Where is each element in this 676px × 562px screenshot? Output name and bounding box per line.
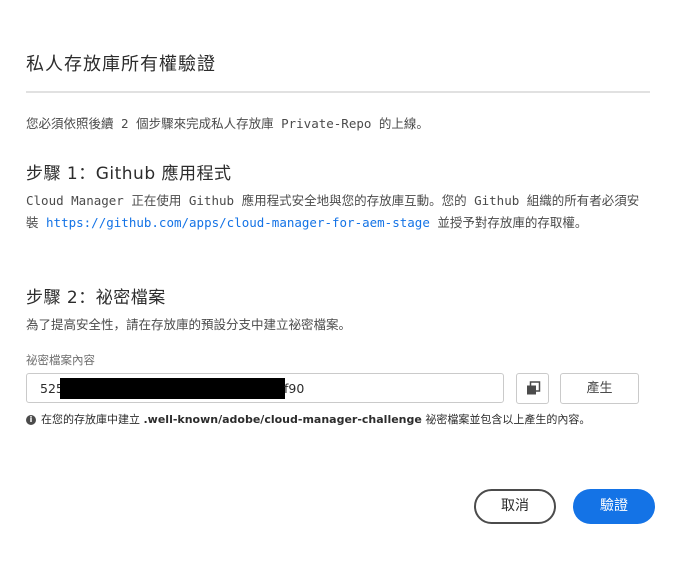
copy-button[interactable] (516, 373, 549, 404)
intro-text: 您必須依照後續 2 個步驟來完成私人存放庫 Private-Repo 的上線。 (26, 116, 429, 131)
title-divider (26, 91, 650, 93)
generate-button[interactable]: 產生 (560, 373, 639, 404)
step1-heading: 步驟 1：Github 應用程式 (26, 164, 232, 184)
secret-content-field[interactable]: 525 f90 (26, 373, 504, 403)
step2-description: 為了提高安全性，請在存放庫的預設分支中建立祕密檔案。 (26, 317, 352, 332)
cancel-button[interactable]: 取消 (474, 489, 556, 524)
secret-file-note: i 在您的存放庫中建立 .well-known/adobe/cloud-manag… (26, 411, 590, 427)
repo-ownership-dialog: 私人存放庫所有權驗證 您必須依照後續 2 個步驟來完成私人存放庫 Private… (0, 0, 676, 562)
step2-heading: 步驟 2：祕密檔案 (26, 288, 166, 308)
step1-description: Cloud Manager 正在使用 Github 應用程式安全地與您的存放庫互… (26, 190, 646, 234)
note-file-path: .well-known/adobe/cloud-manager-challeng… (143, 413, 422, 426)
github-app-link[interactable]: https://github.com/apps/cloud-manager-fo… (46, 215, 430, 230)
step1-text-after: 並授予對存放庫的存取權。 (429, 215, 588, 230)
redacted-secret (60, 378, 285, 399)
note-text-before: 在您的存放庫中建立 (41, 413, 144, 426)
info-icon: i (26, 415, 36, 425)
verify-button[interactable]: 驗證 (573, 489, 655, 524)
note-text-after: 祕密檔案並包含以上產生的內容。 (421, 413, 591, 426)
copy-icon (527, 381, 541, 395)
secret-value-suffix: f90 (284, 381, 305, 396)
dialog-title: 私人存放庫所有權驗證 (26, 54, 216, 75)
secret-field-label: 祕密檔案內容 (26, 353, 95, 367)
